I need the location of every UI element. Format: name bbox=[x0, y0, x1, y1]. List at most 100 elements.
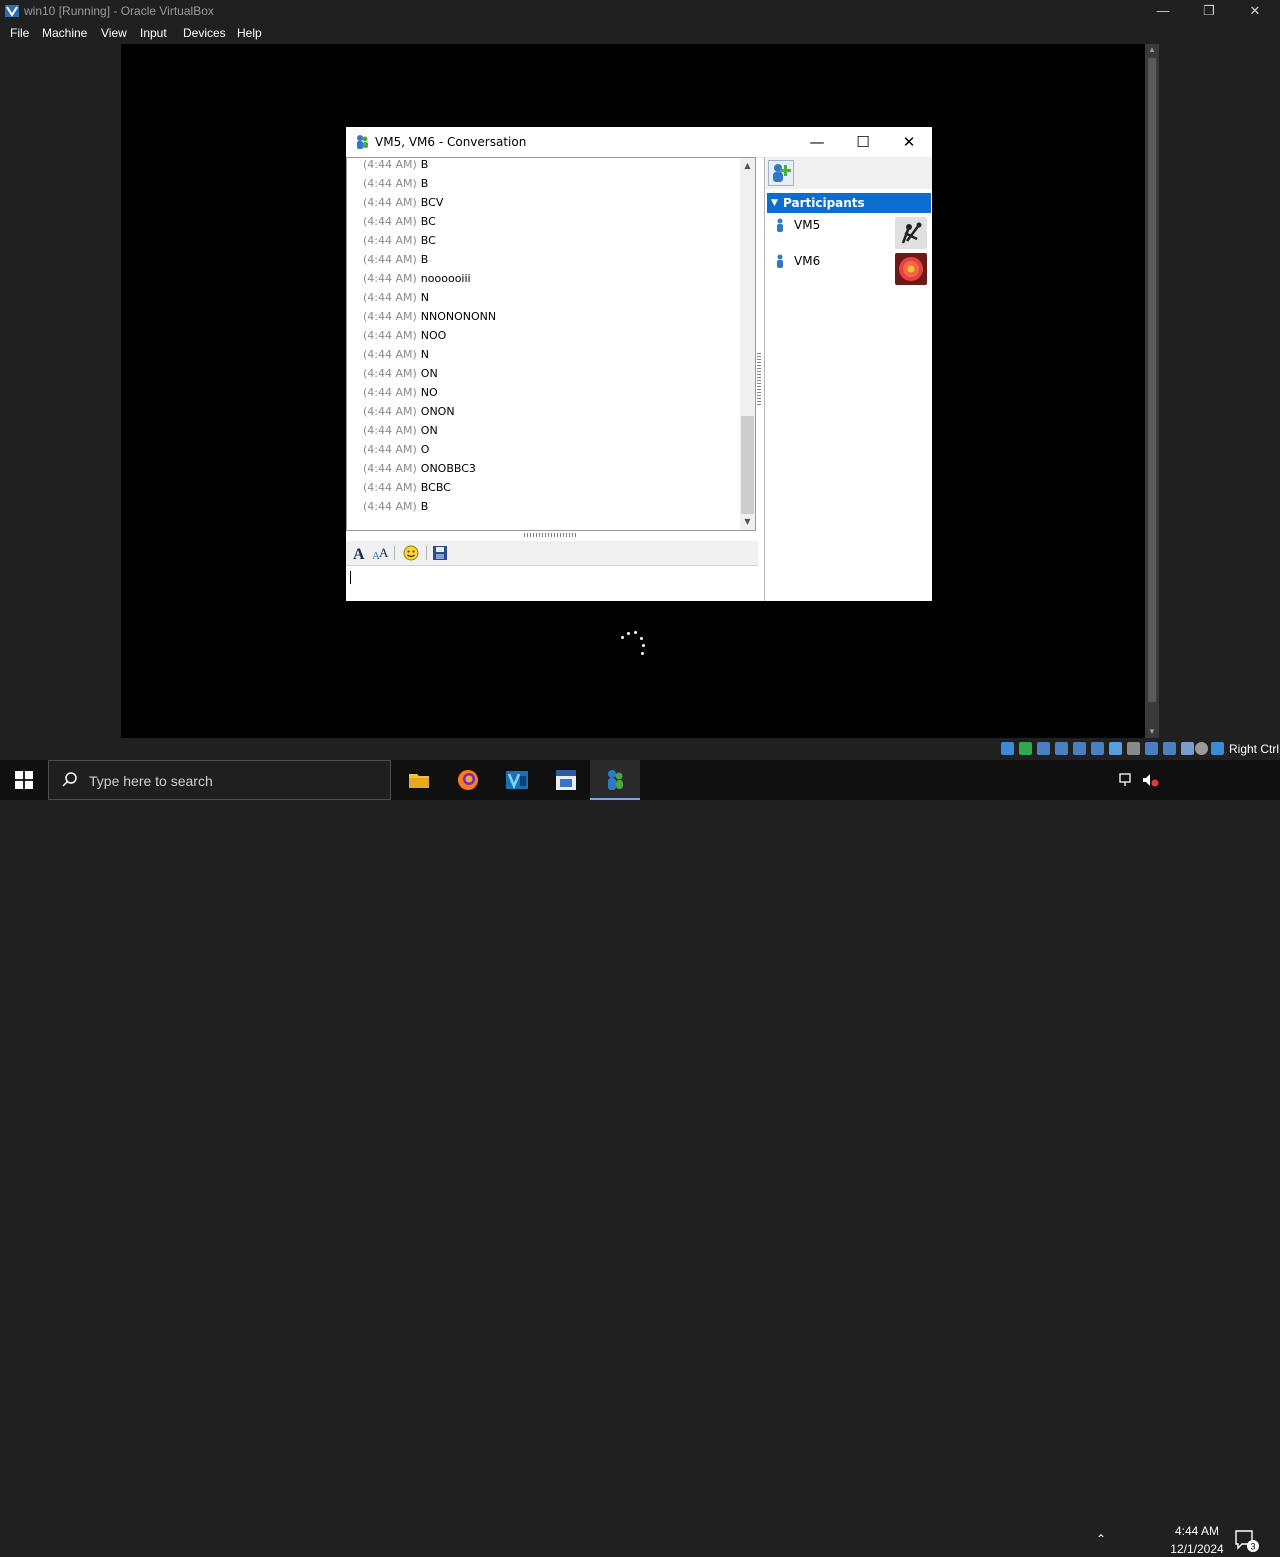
conversation-window: VM5, VM6 - Conversation — ☐ ✕ (4:44 AM) B… bbox=[346, 127, 932, 601]
clipboard-icon[interactable] bbox=[1163, 742, 1176, 755]
start-button[interactable] bbox=[0, 760, 48, 800]
message-timestamp: (4:44 AM) bbox=[363, 310, 417, 323]
collapse-triangle-icon[interactable]: ▼ bbox=[771, 193, 778, 213]
taskbar-messenger[interactable] bbox=[590, 760, 640, 800]
audio-icon[interactable] bbox=[1019, 742, 1032, 755]
shared-folders-icon[interactable] bbox=[1091, 742, 1104, 755]
participant-vm5[interactable]: VM5 bbox=[767, 215, 931, 251]
scroll-up-icon[interactable]: ▲ bbox=[1145, 44, 1159, 56]
restore-button[interactable]: ❐ bbox=[1186, 0, 1232, 22]
conv-maximize-button[interactable]: ☐ bbox=[840, 127, 886, 157]
participant-vm6[interactable]: VM6 bbox=[767, 251, 931, 287]
message-row: (4:44 AM) ONON bbox=[363, 402, 455, 421]
usb-icon[interactable] bbox=[1055, 742, 1068, 755]
horizontal-splitter-handle[interactable] bbox=[524, 533, 578, 537]
message-text: O bbox=[420, 443, 430, 456]
conv-close-button[interactable]: ✕ bbox=[886, 127, 932, 157]
font-icon[interactable]: A bbox=[352, 544, 368, 562]
message-timestamp: (4:44 AM) bbox=[363, 329, 417, 342]
virtualbox-icon bbox=[5, 5, 19, 17]
show-hidden-icons-icon[interactable]: ⌃ bbox=[1096, 1532, 1106, 1546]
menu-input[interactable]: Input bbox=[140, 26, 167, 40]
message-text: ONOBBC3 bbox=[420, 462, 476, 475]
message-timestamp: (4:44 AM) bbox=[363, 386, 417, 399]
text-caret bbox=[350, 571, 351, 584]
drag-drop-icon[interactable] bbox=[1109, 742, 1122, 755]
message-row: (4:44 AM) BC bbox=[363, 231, 436, 250]
message-text: noooooiii bbox=[420, 272, 471, 285]
toolbar-separator bbox=[394, 546, 395, 560]
message-scrollbar[interactable]: ▲ ▼ bbox=[740, 158, 755, 530]
action-center-button[interactable]: 3 bbox=[1232, 1528, 1260, 1552]
user-status-icon bbox=[777, 218, 783, 232]
participants-header[interactable]: ▼ Participants bbox=[767, 193, 931, 213]
menu-file[interactable]: File bbox=[10, 26, 29, 40]
taskbar-firefox[interactable] bbox=[443, 760, 493, 800]
message-history[interactable]: (4:44 AM) B (4:44 AM) B (4:44 AM) BCV (4:44 AM… bbox=[346, 157, 756, 531]
message-text: BCBC bbox=[420, 481, 451, 494]
message-timestamp: (4:44 AM) bbox=[363, 177, 417, 190]
display-icon[interactable] bbox=[1127, 742, 1140, 755]
keyboard-capture-icon[interactable] bbox=[1211, 742, 1224, 755]
scroll-down-icon[interactable]: ▼ bbox=[1145, 726, 1159, 738]
taskbar-search-input[interactable]: Type here to search bbox=[48, 760, 391, 800]
mouse-integration-icon[interactable] bbox=[1195, 742, 1208, 755]
message-text: NOO bbox=[420, 329, 447, 342]
folder-icon bbox=[409, 774, 429, 788]
menu-help[interactable]: Help bbox=[237, 26, 262, 40]
message-timestamp: (4:44 AM) bbox=[363, 462, 417, 475]
chevron-up-icon[interactable]: ▲ bbox=[740, 158, 755, 174]
notification-icon: 3 bbox=[1235, 1530, 1259, 1552]
message-timestamp: (4:44 AM) bbox=[363, 253, 417, 266]
svg-text:A: A bbox=[353, 546, 365, 562]
message-row: (4:44 AM) O bbox=[363, 440, 429, 459]
message-timestamp: (4:44 AM) bbox=[363, 405, 417, 418]
vertical-splitter-handle[interactable] bbox=[757, 353, 761, 405]
text-color-icon[interactable]: A A bbox=[372, 544, 390, 562]
message-text: NNONONONN bbox=[420, 310, 497, 323]
message-row: (4:44 AM) BCV bbox=[363, 193, 443, 212]
messenger-icon bbox=[357, 135, 368, 149]
cpu-icon[interactable] bbox=[1181, 742, 1194, 755]
message-timestamp: (4:44 AM) bbox=[363, 443, 417, 456]
message-row: (4:44 AM) NNONONONN bbox=[363, 307, 496, 326]
add-participant-button[interactable] bbox=[768, 160, 794, 186]
conversation-titlebar: VM5, VM6 - Conversation — ☐ ✕ bbox=[346, 127, 932, 158]
message-scroll-thumb[interactable] bbox=[741, 416, 754, 514]
volume-muted-icon[interactable] bbox=[1141, 772, 1159, 788]
host-vertical-scrollbar[interactable]: ▲ ▼ bbox=[1145, 44, 1159, 738]
vb6-icon bbox=[506, 771, 528, 790]
network-tray-icon[interactable] bbox=[1118, 772, 1136, 788]
save-icon[interactable] bbox=[432, 544, 448, 562]
optical-drive-icon[interactable] bbox=[1001, 742, 1014, 755]
message-text: ONON bbox=[420, 405, 455, 418]
taskbar-file-explorer[interactable] bbox=[394, 760, 444, 800]
recording-icon[interactable] bbox=[1145, 742, 1158, 755]
search-placeholder: Type here to search bbox=[89, 773, 213, 789]
hard-disk-icon[interactable] bbox=[1037, 742, 1050, 755]
menu-machine[interactable]: Machine bbox=[42, 26, 87, 40]
clock-time[interactable]: 4:44 AM bbox=[1172, 1524, 1222, 1538]
message-timestamp: (4:44 AM) bbox=[363, 500, 417, 513]
host-window-title: win10 [Running] - Oracle VirtualBox bbox=[24, 4, 214, 18]
message-row: (4:44 AM) N bbox=[363, 345, 429, 364]
chevron-down-icon[interactable]: ▼ bbox=[740, 514, 755, 530]
message-text: B bbox=[420, 500, 429, 513]
clock-date[interactable]: 12/1/2024 bbox=[1168, 1542, 1226, 1556]
taskbar-app-4[interactable] bbox=[541, 760, 591, 800]
message-row: (4:44 AM) BC bbox=[363, 212, 436, 231]
scroll-thumb[interactable] bbox=[1148, 58, 1156, 702]
minimize-button[interactable]: — bbox=[1140, 0, 1186, 22]
close-button[interactable]: ✕ bbox=[1232, 0, 1278, 22]
taskbar-visual-studio[interactable] bbox=[492, 760, 542, 800]
message-text: ON bbox=[420, 424, 438, 437]
network-icon[interactable] bbox=[1073, 742, 1086, 755]
participants-header-label: Participants bbox=[783, 196, 865, 210]
emoticon-icon[interactable] bbox=[402, 544, 420, 562]
message-compose-input[interactable] bbox=[346, 565, 758, 601]
message-row: (4:44 AM) N bbox=[363, 288, 429, 307]
conv-minimize-button[interactable]: — bbox=[794, 127, 840, 157]
menu-view[interactable]: View bbox=[101, 26, 127, 40]
menu-devices[interactable]: Devices bbox=[183, 26, 226, 40]
firefox-icon bbox=[458, 770, 478, 790]
